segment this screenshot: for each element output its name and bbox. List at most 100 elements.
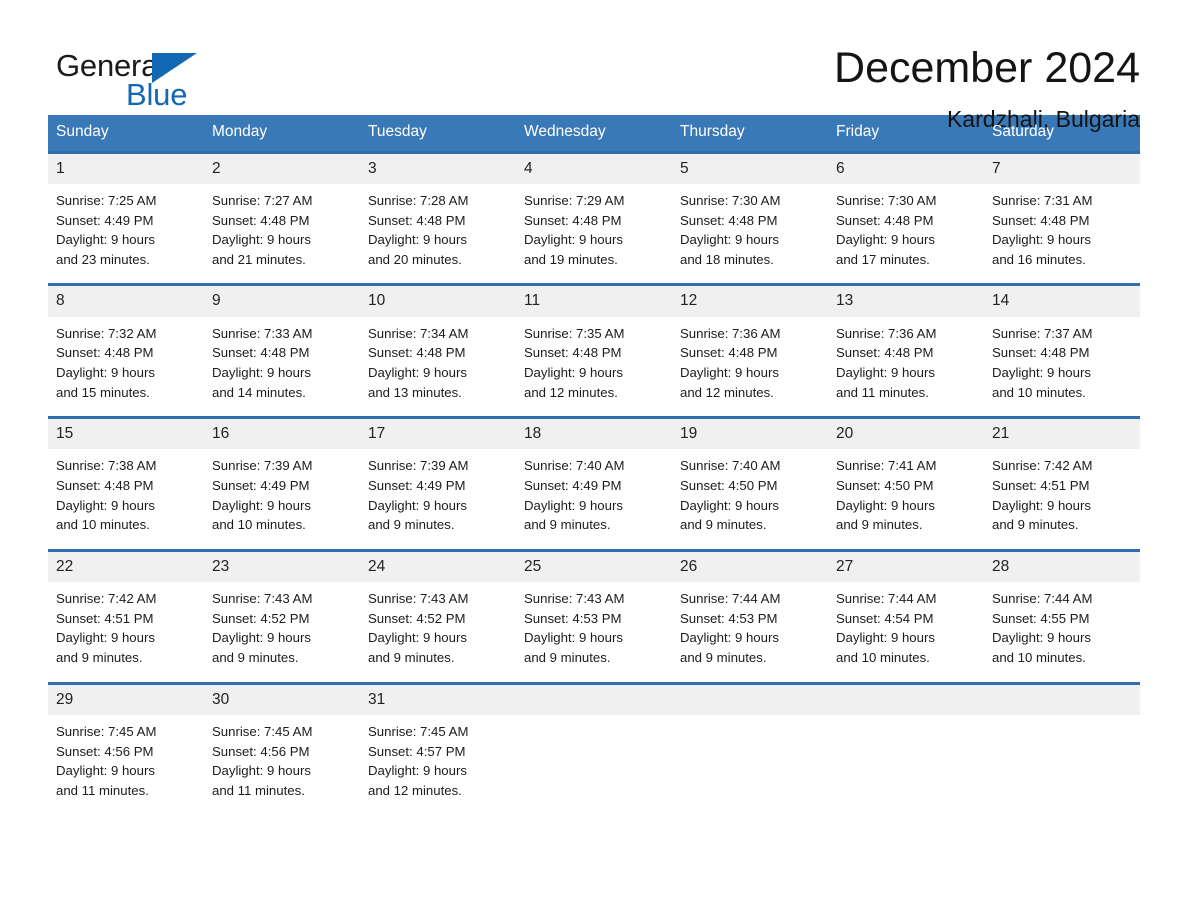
week-daynumber-band: 8 9 10 11 12 13 14	[48, 286, 1140, 317]
daylight-line2: and 21 minutes.	[212, 251, 306, 267]
sunset-text: Sunset: 4:48 PM	[992, 345, 1090, 361]
daylight-line2: and 11 minutes.	[56, 782, 149, 798]
day-number[interactable]: 23	[204, 552, 360, 582]
sunset-text: Sunset: 4:48 PM	[992, 212, 1090, 228]
week-row: 29 30 31 Sunrise: 7:45 AM Sunset: 4:56 P…	[48, 681, 1140, 815]
day-number[interactable]: 7	[984, 154, 1140, 184]
day-number[interactable]: 8	[48, 286, 204, 316]
sunset-text: Sunset: 4:48 PM	[680, 212, 778, 228]
day-cell[interactable]: Sunrise: 7:42 AM Sunset: 4:51 PM Dayligh…	[48, 582, 204, 681]
sunrise-text: Sunrise: 7:41 AM	[836, 458, 937, 474]
day-cell[interactable]: Sunrise: 7:41 AM Sunset: 4:50 PM Dayligh…	[828, 449, 984, 548]
day-cell[interactable]: Sunrise: 7:36 AM Sunset: 4:48 PM Dayligh…	[672, 317, 828, 416]
day-cell[interactable]: Sunrise: 7:44 AM Sunset: 4:54 PM Dayligh…	[828, 582, 984, 681]
sunrise-text: Sunrise: 7:40 AM	[680, 458, 781, 474]
day-number[interactable]: 20	[828, 419, 984, 449]
day-number[interactable]: 10	[360, 286, 516, 316]
day-number[interactable]: 6	[828, 154, 984, 184]
day-cell[interactable]: Sunrise: 7:44 AM Sunset: 4:53 PM Dayligh…	[672, 582, 828, 681]
day-number[interactable]: 27	[828, 552, 984, 582]
day-number[interactable]: 9	[204, 286, 360, 316]
day-number[interactable]: 24	[360, 552, 516, 582]
day-number[interactable]: 13	[828, 286, 984, 316]
day-number[interactable]: 22	[48, 552, 204, 582]
day-cell[interactable]: Sunrise: 7:38 AM Sunset: 4:48 PM Dayligh…	[48, 449, 204, 548]
day-cell[interactable]: Sunrise: 7:45 AM Sunset: 4:57 PM Dayligh…	[360, 715, 516, 814]
sunset-text: Sunset: 4:48 PM	[836, 345, 934, 361]
daylight-line1: Daylight: 9 hours	[56, 364, 155, 380]
daylight-line1: Daylight: 9 hours	[680, 630, 779, 646]
day-number[interactable]: 5	[672, 154, 828, 184]
day-number[interactable]: 17	[360, 419, 516, 449]
day-number[interactable]: 2	[204, 154, 360, 184]
day-number[interactable]: 4	[516, 154, 672, 184]
day-cell-empty	[672, 715, 828, 814]
day-cell[interactable]: Sunrise: 7:39 AM Sunset: 4:49 PM Dayligh…	[204, 449, 360, 548]
day-cell-empty	[984, 715, 1140, 814]
day-number[interactable]: 3	[360, 154, 516, 184]
day-cell[interactable]: Sunrise: 7:34 AM Sunset: 4:48 PM Dayligh…	[360, 317, 516, 416]
sunset-text: Sunset: 4:57 PM	[368, 743, 466, 759]
day-number[interactable]: 21	[984, 419, 1140, 449]
day-cell[interactable]: Sunrise: 7:45 AM Sunset: 4:56 PM Dayligh…	[48, 715, 204, 814]
day-cell[interactable]: Sunrise: 7:31 AM Sunset: 4:48 PM Dayligh…	[984, 184, 1140, 283]
weekday-thursday: Thursday	[680, 123, 745, 140]
sunset-text: Sunset: 4:48 PM	[524, 345, 622, 361]
page-header: General Blue December 2024 Kardzhali, Bu…	[48, 0, 1140, 132]
daylight-line2: and 12 minutes.	[368, 782, 462, 798]
sunset-text: Sunset: 4:52 PM	[368, 610, 466, 626]
day-number[interactable]: 19	[672, 419, 828, 449]
day-number[interactable]: 18	[516, 419, 672, 449]
daylight-line2: and 17 minutes.	[836, 251, 930, 267]
day-cell[interactable]: Sunrise: 7:35 AM Sunset: 4:48 PM Dayligh…	[516, 317, 672, 416]
day-cell[interactable]: Sunrise: 7:37 AM Sunset: 4:48 PM Dayligh…	[984, 317, 1140, 416]
day-cell[interactable]: Sunrise: 7:30 AM Sunset: 4:48 PM Dayligh…	[828, 184, 984, 283]
day-number[interactable]: 16	[204, 419, 360, 449]
daylight-line2: and 16 minutes.	[992, 251, 1086, 267]
day-number[interactable]: 30	[204, 685, 360, 715]
weekday-sunday: Sunday	[56, 123, 109, 140]
day-cell[interactable]: Sunrise: 7:25 AM Sunset: 4:49 PM Dayligh…	[48, 184, 204, 283]
week-daynumber-band: 15 16 17 18 19 20 21	[48, 419, 1140, 450]
sunrise-text: Sunrise: 7:44 AM	[680, 591, 781, 607]
daylight-line1: Daylight: 9 hours	[56, 763, 155, 779]
day-number[interactable]: 12	[672, 286, 828, 316]
week-detail-band: Sunrise: 7:45 AM Sunset: 4:56 PM Dayligh…	[48, 714, 1140, 815]
day-cell[interactable]: Sunrise: 7:29 AM Sunset: 4:48 PM Dayligh…	[516, 184, 672, 283]
day-cell[interactable]: Sunrise: 7:40 AM Sunset: 4:50 PM Dayligh…	[672, 449, 828, 548]
day-cell[interactable]: Sunrise: 7:40 AM Sunset: 4:49 PM Dayligh…	[516, 449, 672, 548]
day-number[interactable]: 14	[984, 286, 1140, 316]
day-cell[interactable]: Sunrise: 7:27 AM Sunset: 4:48 PM Dayligh…	[204, 184, 360, 283]
day-number[interactable]: 29	[48, 685, 204, 715]
general-blue-logo[interactable]: General Blue	[48, 46, 208, 118]
day-number[interactable]: 26	[672, 552, 828, 582]
day-cell[interactable]: Sunrise: 7:44 AM Sunset: 4:55 PM Dayligh…	[984, 582, 1140, 681]
day-number[interactable]: 25	[516, 552, 672, 582]
day-cell[interactable]: Sunrise: 7:30 AM Sunset: 4:48 PM Dayligh…	[672, 184, 828, 283]
day-number[interactable]: 15	[48, 419, 204, 449]
day-cell[interactable]: Sunrise: 7:43 AM Sunset: 4:52 PM Dayligh…	[204, 582, 360, 681]
sunrise-text: Sunrise: 7:44 AM	[992, 591, 1093, 607]
sunset-text: Sunset: 4:48 PM	[368, 345, 466, 361]
daylight-line2: and 15 minutes.	[56, 384, 150, 400]
day-cell[interactable]: Sunrise: 7:42 AM Sunset: 4:51 PM Dayligh…	[984, 449, 1140, 548]
day-number-empty	[984, 685, 1140, 715]
day-cell[interactable]: Sunrise: 7:43 AM Sunset: 4:53 PM Dayligh…	[516, 582, 672, 681]
day-number[interactable]: 28	[984, 552, 1140, 582]
weekday-saturday: Saturday	[992, 123, 1055, 140]
day-number[interactable]: 1	[48, 154, 204, 184]
day-cell[interactable]: Sunrise: 7:32 AM Sunset: 4:48 PM Dayligh…	[48, 317, 204, 416]
week-daynumber-band: 22 23 24 25 26 27 28	[48, 551, 1140, 583]
day-cell[interactable]: Sunrise: 7:45 AM Sunset: 4:56 PM Dayligh…	[204, 715, 360, 814]
day-cell[interactable]: Sunrise: 7:39 AM Sunset: 4:49 PM Dayligh…	[360, 449, 516, 548]
day-cell[interactable]: Sunrise: 7:43 AM Sunset: 4:52 PM Dayligh…	[360, 582, 516, 681]
sunrise-text: Sunrise: 7:42 AM	[56, 591, 157, 607]
day-cell[interactable]: Sunrise: 7:33 AM Sunset: 4:48 PM Dayligh…	[204, 317, 360, 416]
day-cell[interactable]: Sunrise: 7:28 AM Sunset: 4:48 PM Dayligh…	[360, 184, 516, 283]
daylight-line1: Daylight: 9 hours	[212, 364, 311, 380]
daylight-line2: and 9 minutes.	[524, 650, 611, 665]
day-number[interactable]: 11	[516, 286, 672, 316]
day-cell[interactable]: Sunrise: 7:36 AM Sunset: 4:48 PM Dayligh…	[828, 317, 984, 416]
daylight-line2: and 9 minutes.	[368, 517, 455, 533]
day-number[interactable]: 31	[360, 685, 516, 715]
